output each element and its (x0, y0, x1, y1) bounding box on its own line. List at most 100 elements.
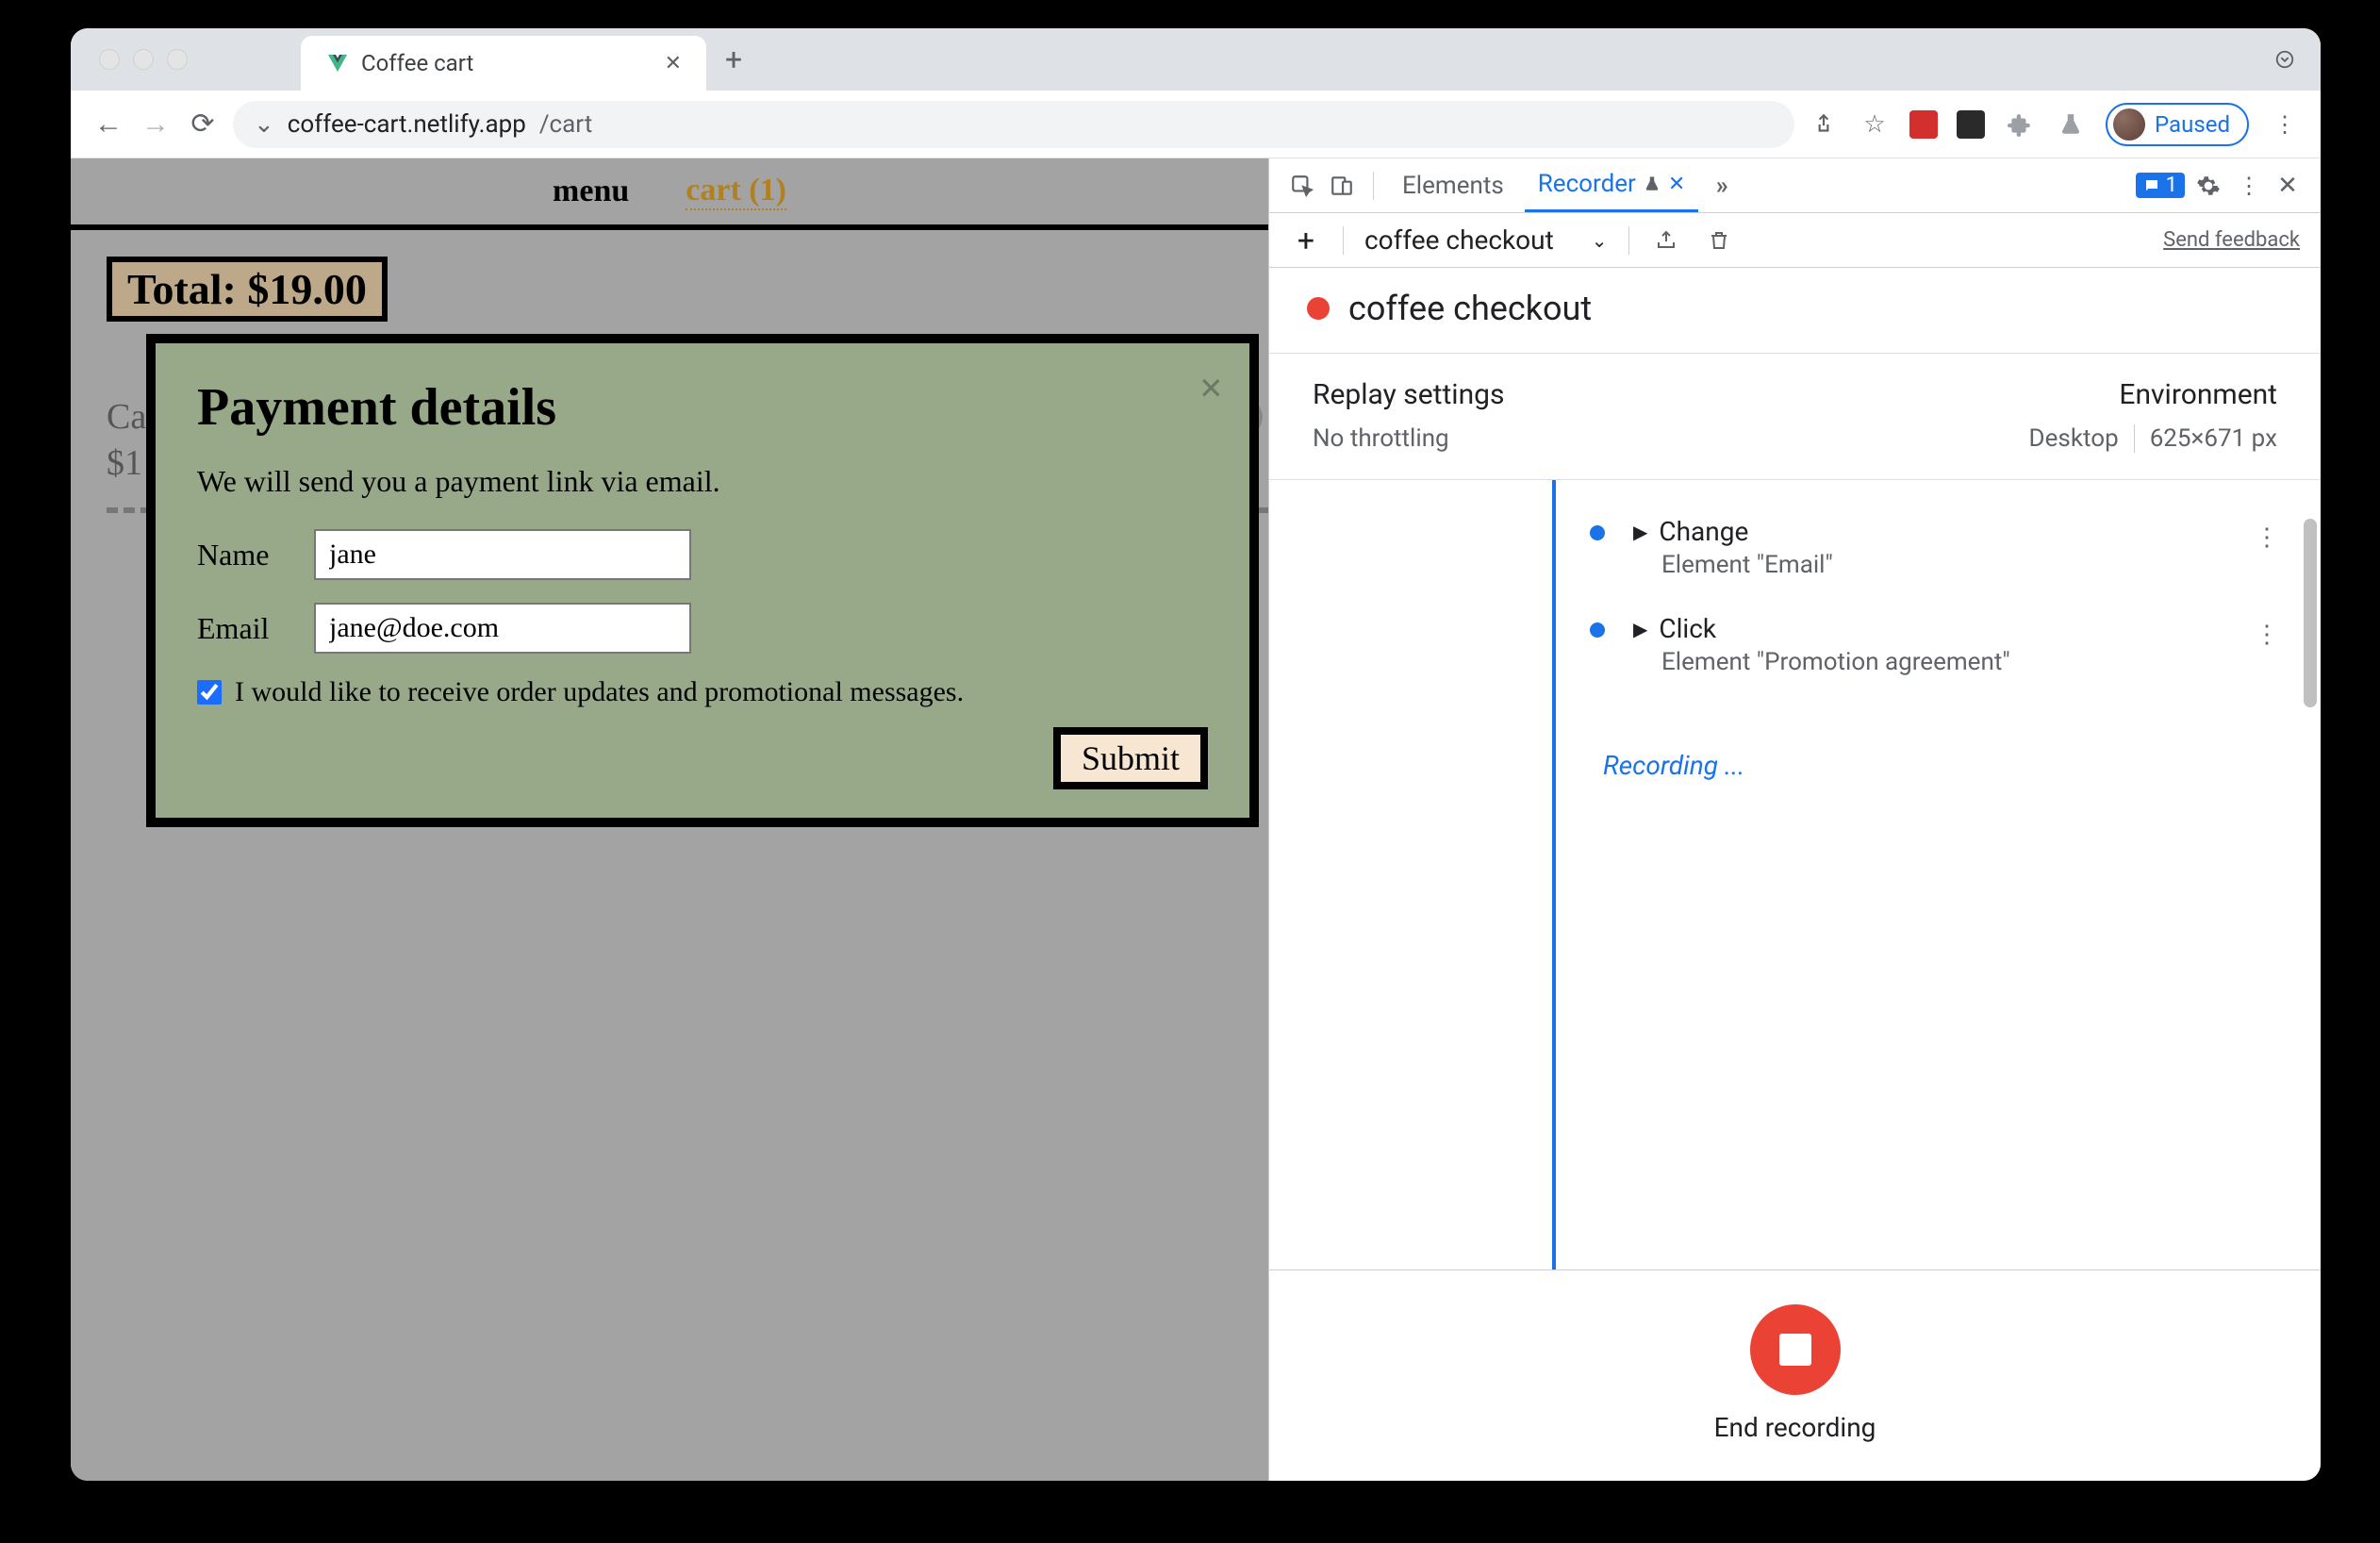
recording-select[interactable]: coffee checkout ⌄ (1364, 224, 1608, 256)
tabs-overflow-icon[interactable]: » (1706, 170, 1738, 202)
close-window-icon[interactable] (99, 49, 120, 70)
step-dot-icon (1590, 525, 1605, 540)
tab-elements[interactable]: Elements (1389, 160, 1517, 211)
profile-status: Paused (2155, 111, 2230, 138)
browser-toolbar: ← → ⟳ ⌄ coffee-cart.netlify.app/cart ☆ P… (71, 91, 2321, 158)
replay-settings-heading: Replay settings (1313, 378, 1504, 411)
tab-title: Coffee cart (361, 50, 473, 76)
step-action: Click (1659, 613, 1716, 644)
content-row: menu cart (1) Total: $19.00 Ca $1 00 x ×… (71, 158, 2321, 1481)
cart-total[interactable]: Total: $19.00 (107, 257, 388, 322)
step-menu-icon[interactable]: ⋮ (2255, 523, 2277, 552)
tab-close-icon[interactable]: ✕ (665, 52, 682, 75)
nav-cart-link[interactable]: cart (1) (686, 173, 786, 210)
devtools-close-icon[interactable]: ✕ (2272, 170, 2304, 202)
settings-values: No throttling Desktop 625×671 px (1269, 419, 2321, 480)
email-input[interactable] (314, 603, 691, 654)
modal-title: Payment details (197, 377, 1208, 438)
fullscreen-window-icon[interactable] (167, 49, 188, 70)
forward-button[interactable]: → (139, 108, 173, 141)
send-feedback-link[interactable]: Send feedback (2163, 228, 2300, 252)
payment-modal: × Payment details We will send you a pay… (146, 334, 1259, 827)
delete-icon[interactable] (1703, 224, 1735, 257)
browser-menu-icon[interactable]: ⋮ (2268, 108, 2300, 141)
issues-badge[interactable]: 1 (2136, 173, 2185, 198)
promo-checkbox[interactable] (197, 680, 222, 705)
tab-recorder[interactable]: Recorder ✕ (1525, 158, 1699, 212)
tab-recorder-label: Recorder (1538, 170, 1636, 198)
steps-timeline: ▶ Change Element "Email" ⋮ ▶ Click Eleme… (1269, 480, 2321, 1269)
scrollbar-thumb[interactable] (2304, 519, 2317, 707)
extension-red-icon[interactable] (1909, 110, 1938, 139)
site-info-icon[interactable]: ⌄ (254, 110, 274, 139)
export-icon[interactable] (1650, 224, 1682, 257)
env-device: Desktop (2029, 424, 2119, 453)
promo-label: I would like to receive order updates an… (235, 676, 964, 708)
recorder-toolbar: + coffee checkout ⌄ Send feedback (1269, 213, 2321, 268)
devtools-tabs: Elements Recorder ✕ » 1 ⋮ ✕ (1269, 158, 2321, 213)
extension-terminal-icon[interactable] (1957, 110, 1985, 139)
step-target: Element "Email" (1661, 551, 2277, 579)
nav-menu-link[interactable]: menu (553, 174, 629, 209)
toolbar-icons: ☆ Paused ⋮ (1808, 103, 2300, 146)
tab-overflow-icon[interactable] (2268, 42, 2302, 76)
new-tab-button[interactable]: + (706, 41, 761, 77)
caret-right-icon[interactable]: ▶ (1633, 618, 1647, 640)
issues-count: 1 (2166, 174, 2177, 197)
submit-button[interactable]: Submit (1053, 727, 1208, 789)
page-nav: menu cart (1) (71, 158, 1268, 224)
recording-header: coffee checkout (1269, 268, 2321, 354)
step-item[interactable]: ▶ Change Element "Email" ⋮ (1577, 499, 2277, 596)
share-icon[interactable] (1808, 108, 1840, 141)
browser-tab[interactable]: Coffee cart ✕ (301, 36, 706, 91)
page-viewport: menu cart (1) Total: $19.00 Ca $1 00 x ×… (71, 158, 1268, 1481)
url-host: coffee-cart.netlify.app (288, 110, 526, 139)
profile-chip[interactable]: Paused (2106, 103, 2249, 146)
devtools-panel: Elements Recorder ✕ » 1 ⋮ ✕ (1268, 158, 2321, 1481)
device-toolbar-icon[interactable] (1326, 170, 1358, 202)
window-controls (99, 49, 188, 70)
step-target: Element "Promotion agreement" (1661, 648, 2277, 676)
settings-headings: Replay settings Environment (1269, 354, 2321, 419)
step-action: Change (1659, 516, 1748, 547)
caret-right-icon[interactable]: ▶ (1633, 521, 1647, 543)
recording-status: Recording ... (1603, 750, 2277, 781)
tab-divider (1373, 172, 1374, 200)
devtools-menu-icon[interactable]: ⋮ (2232, 170, 2264, 202)
record-indicator-icon (1307, 297, 1330, 320)
inspect-element-icon[interactable] (1286, 170, 1318, 202)
email-label: Email (197, 611, 291, 646)
browser-window: Coffee cart ✕ + ← → ⟳ ⌄ coffee-cart.netl… (71, 28, 2321, 1481)
new-recording-icon[interactable]: + (1290, 224, 1322, 257)
env-dimensions: 625×671 px (2150, 424, 2277, 453)
recorder-footer: End recording (1269, 1269, 2321, 1481)
step-dot-icon (1590, 622, 1605, 638)
step-item[interactable]: ▶ Click Element "Promotion agreement" ⋮ (1577, 596, 2277, 693)
divider (1628, 226, 1629, 255)
settings-gear-icon[interactable] (2192, 170, 2224, 202)
step-menu-icon[interactable]: ⋮ (2255, 621, 2277, 649)
timeline-line (1552, 480, 1556, 1269)
tab-recorder-close-icon[interactable]: ✕ (1668, 173, 1685, 196)
extensions-puzzle-icon[interactable] (2004, 108, 2036, 141)
throttling-value[interactable]: No throttling (1313, 424, 1449, 453)
vue-favicon-icon (325, 51, 350, 75)
minimize-window-icon[interactable] (133, 49, 154, 70)
end-recording-label: End recording (1714, 1412, 1876, 1443)
back-button[interactable]: ← (91, 108, 125, 141)
url-path: /cart (539, 110, 592, 139)
labs-flask-icon[interactable] (2055, 108, 2087, 141)
chevron-down-icon: ⌄ (1592, 229, 1608, 252)
end-recording-button[interactable] (1750, 1304, 1841, 1395)
reload-button[interactable]: ⟳ (186, 108, 220, 141)
modal-subtitle: We will send you a payment link via emai… (197, 464, 1208, 499)
modal-close-icon[interactable]: × (1199, 364, 1223, 412)
address-bar[interactable]: ⌄ coffee-cart.netlify.app/cart (233, 101, 1794, 148)
avatar (2113, 108, 2145, 141)
environment-heading: Environment (2119, 378, 2277, 411)
name-input[interactable] (314, 529, 691, 580)
recording-name: coffee checkout (1348, 289, 1592, 328)
flask-icon (1644, 175, 1661, 192)
bookmark-star-icon[interactable]: ☆ (1859, 108, 1891, 141)
page-separator (71, 224, 1268, 230)
